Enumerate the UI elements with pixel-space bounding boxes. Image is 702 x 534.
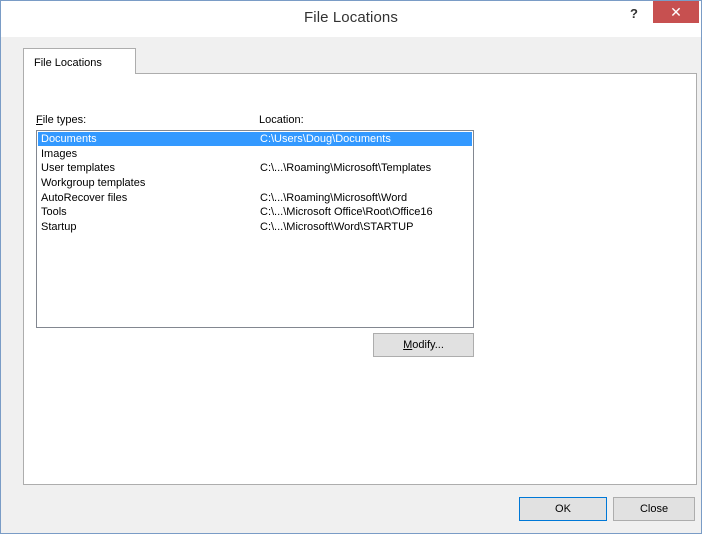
- file-types-accesskey: F: [36, 114, 43, 126]
- location-value: C:\...\Microsoft Office\Root\Office16: [260, 206, 433, 218]
- ok-button[interactable]: OK: [519, 497, 607, 521]
- file-locations-dialog: File Locations ? ✕ File Locations File t…: [0, 0, 702, 534]
- modify-accesskey: M: [403, 339, 413, 351]
- location-value: C:\...\Roaming\Microsoft\Word: [260, 192, 408, 204]
- file-type-label: Workgroup templates: [41, 177, 146, 189]
- dialog-title: File Locations: [304, 9, 398, 26]
- file-type-label: Startup: [41, 221, 77, 233]
- close-icon: ✕: [670, 4, 682, 20]
- help-button[interactable]: ?: [619, 4, 649, 24]
- file-type-label: Images: [41, 148, 78, 160]
- file-type-label: Tools: [41, 206, 67, 218]
- title-bar: File Locations ? ✕: [1, 1, 701, 37]
- location-value: C:\Users\Doug\Documents: [260, 133, 391, 145]
- tab-file-locations[interactable]: File Locations: [23, 48, 136, 74]
- file-type-label: AutoRecover files: [41, 192, 128, 204]
- list-item-documents[interactable]: Documents C:\Users\Doug\Documents: [38, 132, 472, 146]
- list-item-workgroup-templates[interactable]: Workgroup templates: [38, 176, 472, 190]
- location-value: C:\...\Roaming\Microsoft\Templates: [260, 162, 432, 174]
- window-close-button[interactable]: ✕: [653, 1, 699, 23]
- tab-panel: File types: Location: Documents C:\Users…: [23, 73, 697, 485]
- list-item-user-templates[interactable]: User templates C:\...\Roaming\Microsoft\…: [38, 161, 472, 175]
- location-header: Location:: [259, 114, 304, 126]
- modify-button[interactable]: Modify...: [373, 333, 474, 357]
- modify-label: odify...: [412, 339, 444, 351]
- file-types-header-text: ile types:: [42, 114, 87, 126]
- list-item-tools[interactable]: Tools C:\...\Microsoft Office\Root\Offic…: [38, 205, 472, 219]
- list-item-autorecover-files[interactable]: AutoRecover files C:\...\Roaming\Microso…: [38, 191, 472, 205]
- file-type-label: Documents: [41, 133, 97, 145]
- file-locations-list[interactable]: Documents C:\Users\Doug\Documents Images…: [36, 130, 474, 328]
- location-value: C:\...\Microsoft\Word\STARTUP: [260, 221, 414, 233]
- file-types-header: File types:: [36, 114, 86, 126]
- list-item-images[interactable]: Images: [38, 147, 472, 161]
- file-type-label: User templates: [41, 162, 115, 174]
- list-item-startup[interactable]: Startup C:\...\Microsoft\Word\STARTUP: [38, 220, 472, 234]
- close-button[interactable]: Close: [613, 497, 695, 521]
